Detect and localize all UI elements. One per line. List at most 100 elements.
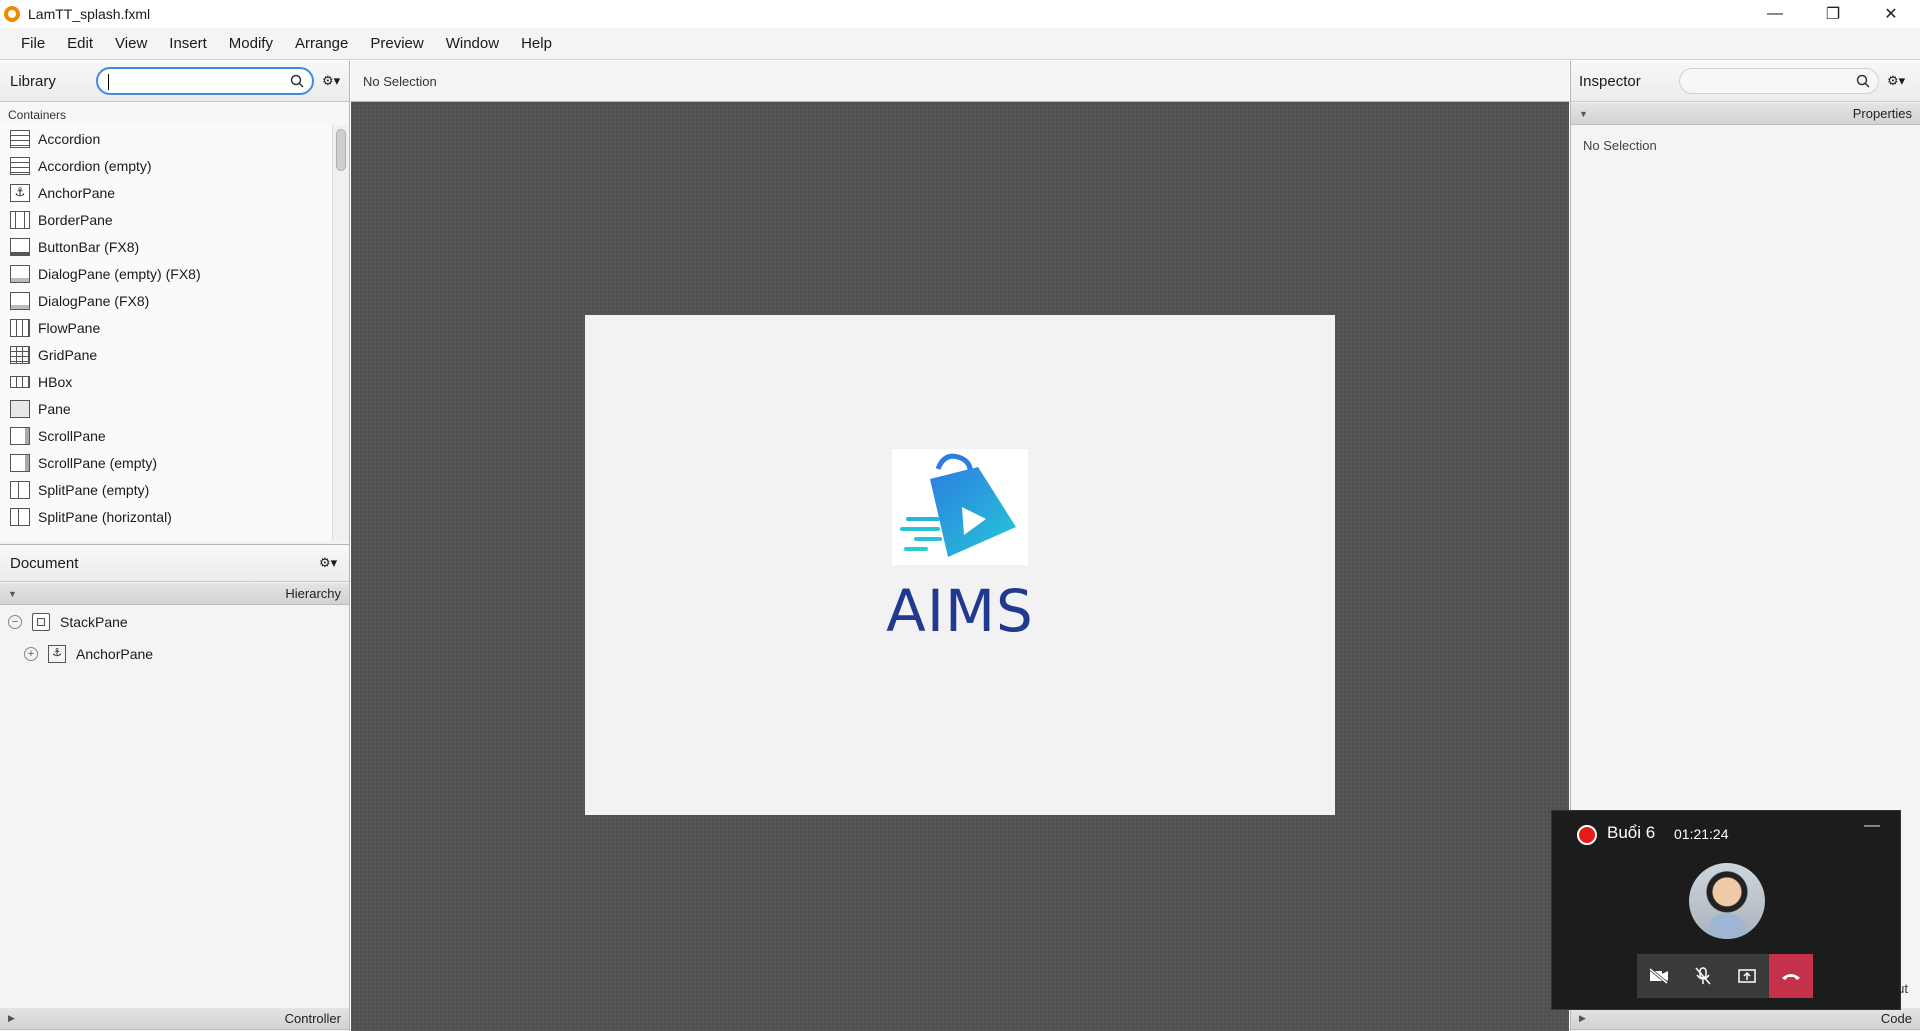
window-controls: — ❐ ✕ (1746, 0, 1920, 28)
library-item[interactable]: FlowPane (0, 314, 332, 341)
library-item[interactable]: HBox (0, 368, 332, 395)
library-scrollbar[interactable] (332, 125, 349, 541)
library-search-input[interactable] (106, 69, 286, 93)
library-item[interactable]: ScrollPane (0, 422, 332, 449)
menu-view[interactable]: View (104, 35, 158, 52)
document-gear-icon[interactable]: ⚙▾ (319, 555, 339, 571)
app-icon (4, 6, 20, 22)
collapse-toggle-icon[interactable]: − (8, 615, 22, 629)
library-item[interactable]: Accordion (0, 125, 332, 152)
menu-modify[interactable]: Modify (218, 35, 284, 52)
share-screen-icon (1738, 969, 1756, 983)
code-label: Code (1880, 1011, 1912, 1026)
tree-node-label: AnchorPane (76, 646, 154, 662)
anchorpane-icon: ⚓ (48, 645, 66, 663)
hbox-icon (10, 375, 30, 388)
inspector-selection-text: No Selection (1583, 138, 1657, 153)
menu-window[interactable]: Window (435, 35, 510, 52)
library-search[interactable] (96, 67, 314, 95)
mic-off-icon (1695, 967, 1711, 985)
properties-bar[interactable]: ▼ Properties (1571, 103, 1920, 125)
title-bar: LamTT_splash.fxml — ❐ ✕ (0, 0, 1920, 28)
library-item[interactable]: GridPane (0, 341, 332, 368)
document-title: Document (10, 554, 79, 572)
document-header: Document ⚙▾ (0, 544, 349, 582)
library-item[interactable]: BorderPane (0, 206, 332, 233)
library-section-containers[interactable]: Containers (0, 102, 349, 127)
hang-up-icon (1782, 974, 1800, 980)
library-item[interactable]: SplitPane (horizontal) (0, 503, 332, 530)
gridpane-icon (10, 345, 30, 364)
accordion-icon (10, 156, 30, 175)
design-canvas[interactable]: AIMS (351, 102, 1569, 1031)
inspector-search[interactable] (1679, 68, 1879, 94)
menu-insert[interactable]: Insert (158, 35, 218, 52)
splash-preview[interactable]: AIMS (585, 315, 1335, 815)
menu-file[interactable]: File (10, 35, 56, 52)
library-item[interactable]: Accordion (empty) (0, 152, 332, 179)
controller-bar[interactable]: ▶ Controller (0, 1008, 349, 1030)
flowpane-icon (10, 318, 30, 337)
tree-node-anchorpane[interactable]: + ⚓ AnchorPane (0, 638, 349, 670)
collapse-triangle-icon[interactable]: ▼ (8, 589, 17, 599)
library-item[interactable]: ButtonBar (FX8) (0, 233, 332, 260)
camera-off-button[interactable] (1637, 954, 1681, 998)
library-title: Library (10, 72, 56, 90)
scene-builder-window: LamTT_splash.fxml — ❐ ✕ File Edit View I… (0, 0, 1920, 1031)
accordion-icon (10, 129, 30, 148)
splash-app-name: AIMS (886, 577, 1034, 645)
library-item[interactable]: ScrollPane (empty) (0, 449, 332, 476)
menu-arrange[interactable]: Arrange (284, 35, 359, 52)
center-selection-text: No Selection (363, 73, 437, 89)
search-icon[interactable] (290, 74, 304, 88)
left-panel: Library ⚙▾ Containers Accordion Accordio… (0, 61, 350, 1031)
library-item[interactable]: SplitPane (empty) (0, 476, 332, 503)
collapse-triangle-icon[interactable]: ▼ (1579, 109, 1588, 119)
menu-edit[interactable]: Edit (56, 35, 104, 52)
code-bar[interactable]: ▶ Code (1571, 1008, 1920, 1030)
pane-icon (10, 399, 30, 418)
tree-node-stackpane[interactable]: − StackPane (0, 606, 349, 638)
properties-label: Properties (1852, 106, 1912, 121)
recording-icon (1577, 825, 1597, 845)
text-caret (108, 74, 109, 90)
minimize-call-button[interactable]: — (1864, 817, 1880, 835)
meeting-timer: 01:21:24 (1674, 826, 1729, 842)
library-gear-icon[interactable]: ⚙▾ (322, 73, 342, 89)
splitpane-icon (10, 480, 30, 499)
share-screen-button[interactable] (1725, 954, 1769, 998)
close-button[interactable]: ✕ (1862, 0, 1920, 28)
dialogpane-icon (10, 291, 30, 310)
hierarchy-tree: − StackPane + ⚓ AnchorPane (0, 606, 349, 670)
library-item[interactable]: ⚓ AnchorPane (0, 179, 332, 206)
aims-logo-image (892, 449, 1028, 565)
menu-preview[interactable]: Preview (359, 35, 434, 52)
camera-off-icon (1649, 968, 1668, 984)
scrollpane-icon (10, 453, 30, 472)
menu-help[interactable]: Help (510, 35, 563, 52)
minimize-button[interactable]: — (1746, 0, 1804, 28)
inspector-gear-icon[interactable]: ⚙▾ (1887, 73, 1907, 89)
splitpane-icon (10, 507, 30, 526)
meeting-title: Buổi 6 (1607, 823, 1656, 842)
hierarchy-bar[interactable]: ▼ Hierarchy (0, 583, 349, 605)
end-call-button[interactable] (1769, 954, 1813, 998)
library-item[interactable]: DialogPane (empty) (FX8) (0, 260, 332, 287)
hierarchy-label: Hierarchy (285, 586, 341, 601)
library-item[interactable]: DialogPane (FX8) (0, 287, 332, 314)
participant-avatar (1689, 863, 1765, 939)
buttonbar-icon (10, 237, 30, 256)
expand-toggle-icon[interactable]: + (24, 647, 38, 661)
meeting-call-overlay[interactable]: Buổi 6 01:21:24 — (1551, 810, 1901, 1010)
library-scroll-thumb[interactable] (336, 129, 346, 171)
mute-button[interactable] (1681, 954, 1725, 998)
library-item[interactable]: Pane (0, 395, 332, 422)
tree-node-label: StackPane (60, 614, 128, 630)
expand-triangle-icon[interactable]: ▶ (1579, 1013, 1586, 1024)
expand-triangle-icon[interactable]: ▶ (8, 1013, 15, 1024)
search-icon[interactable] (1856, 74, 1870, 88)
inspector-title: Inspector (1579, 72, 1641, 90)
library-list: Accordion Accordion (empty) ⚓ AnchorPane … (0, 125, 332, 541)
restore-button[interactable]: ❐ (1804, 0, 1862, 28)
inspector-header: Inspector ⚙▾ (1571, 61, 1920, 102)
